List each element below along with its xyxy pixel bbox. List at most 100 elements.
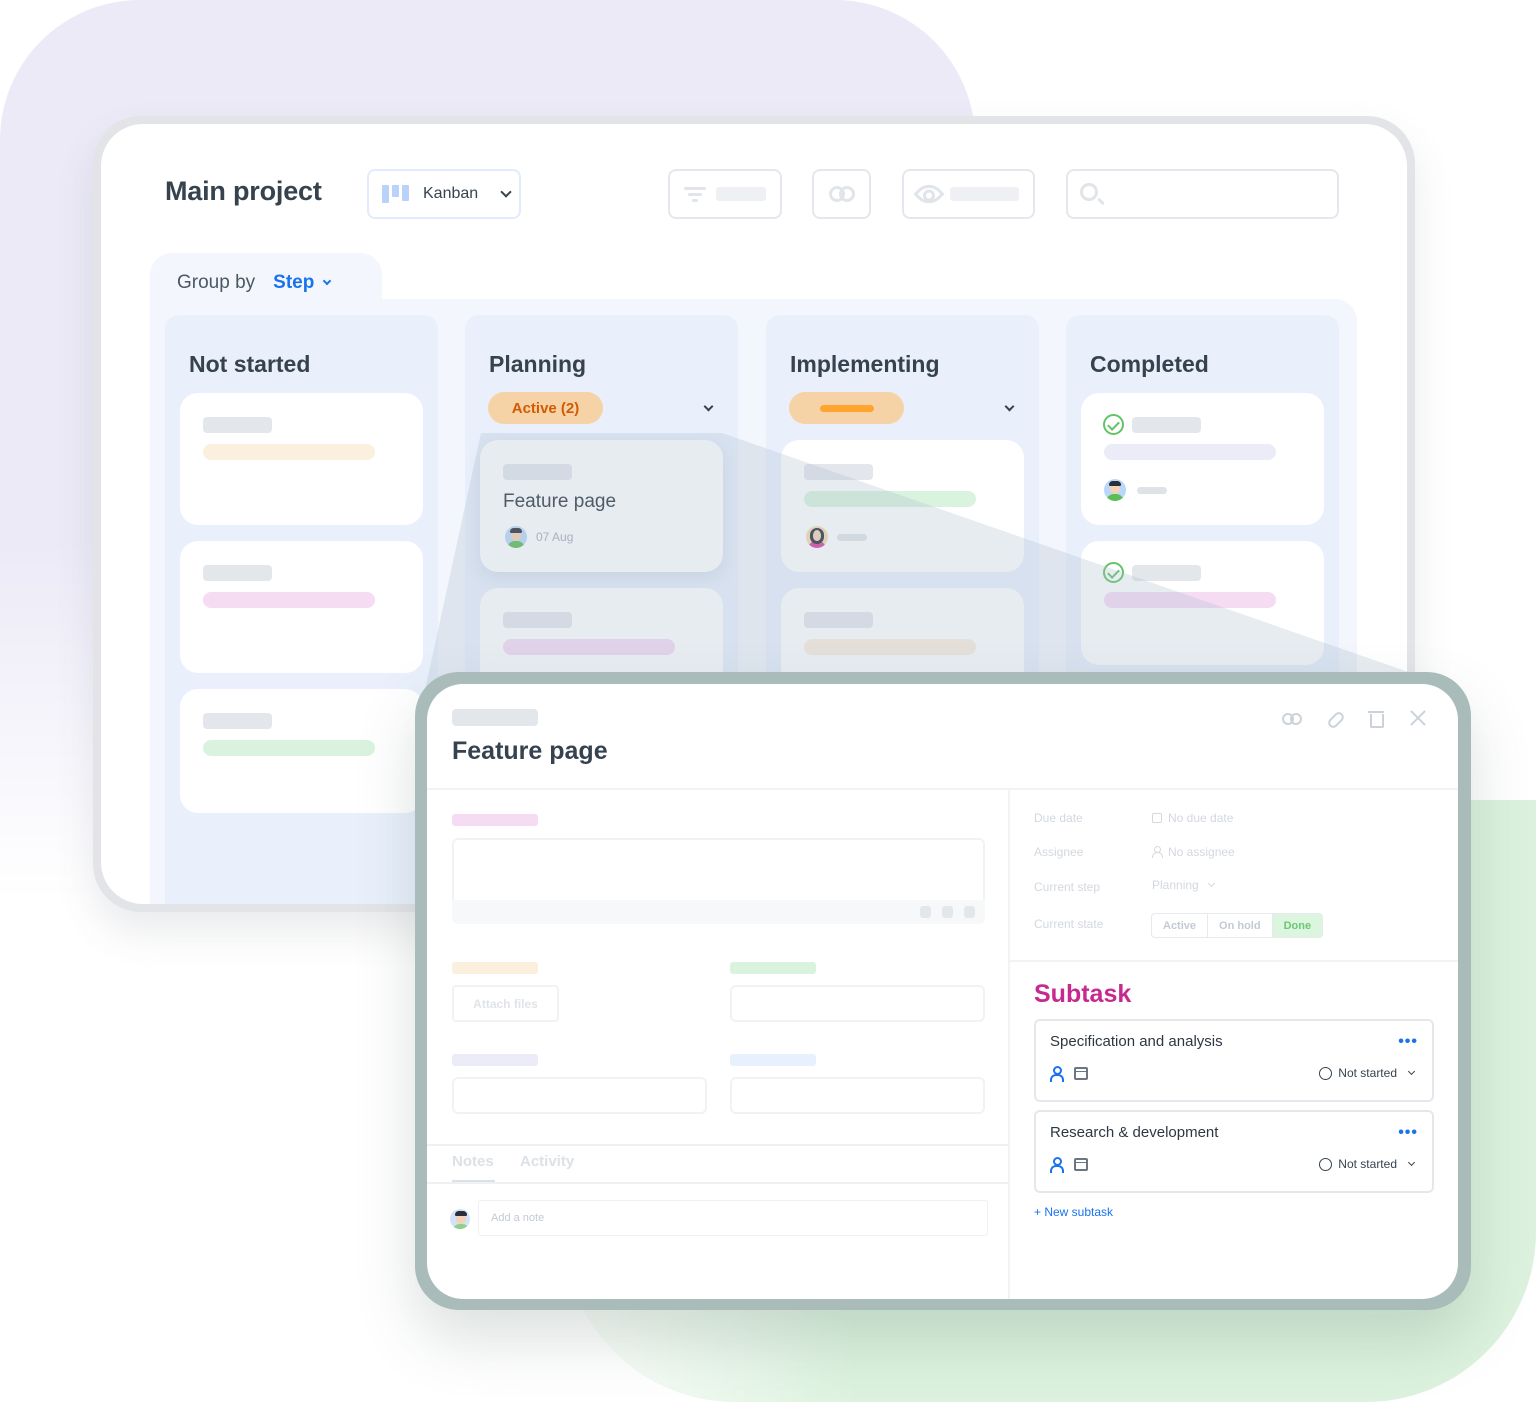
current-step-value: Planning	[1152, 878, 1199, 892]
card-label-placeholder	[503, 464, 572, 480]
binoculars-button[interactable]	[812, 169, 871, 219]
editor-tool-button[interactable]	[920, 906, 931, 918]
card-label-placeholder	[203, 417, 272, 433]
due-date-field[interactable]: No due date	[1152, 811, 1233, 825]
assign-user-icon[interactable]	[1050, 1157, 1064, 1173]
check-circle-icon	[1103, 414, 1124, 435]
task-detail-content: Feature page Attach files Notes Activity	[427, 684, 1458, 1299]
divider	[427, 1144, 1008, 1146]
assign-user-icon[interactable]	[1050, 1066, 1064, 1082]
state-option-on-hold[interactable]: On hold	[1208, 914, 1273, 937]
card-title-placeholder	[203, 740, 375, 756]
task-card[interactable]	[781, 440, 1024, 572]
subtask-status-select[interactable]: Not started	[1319, 1157, 1416, 1171]
editor-tool-button[interactable]	[964, 906, 975, 918]
search-input[interactable]	[1066, 169, 1339, 219]
field-label-placeholder	[452, 1054, 538, 1066]
more-options-icon[interactable]: •••	[1398, 1033, 1418, 1051]
state-filter-pill[interactable]: Active (2)	[488, 392, 603, 424]
column-title: Implementing	[790, 351, 940, 377]
subtask-item[interactable]: Specification and analysis ••• Not start…	[1034, 1019, 1434, 1102]
binoculars-icon[interactable]	[1282, 708, 1302, 728]
card-title-placeholder	[1104, 592, 1276, 608]
chevron-down-icon[interactable]	[1004, 401, 1015, 412]
calendar-icon[interactable]	[1074, 1158, 1088, 1171]
subtask-name: Specification and analysis	[1050, 1033, 1223, 1050]
attach-files-button[interactable]: Attach files	[452, 985, 559, 1022]
editor-toolbar	[452, 900, 985, 924]
task-card-feature-page[interactable]: Feature page 07 Aug	[480, 440, 723, 572]
due-date-value: No due date	[1168, 811, 1234, 825]
assignee-label: Assignee	[1034, 845, 1084, 859]
calendar-icon[interactable]	[1074, 1067, 1088, 1080]
add-note-input[interactable]: Add a note	[478, 1200, 988, 1236]
visibility-label-placeholder	[949, 187, 1019, 201]
subtask-item[interactable]: Research & development ••• Not started	[1034, 1110, 1434, 1193]
filter-button[interactable]	[668, 169, 782, 219]
state-label-placeholder	[819, 404, 874, 412]
subtask-status: Not started	[1338, 1066, 1397, 1080]
visibility-button[interactable]	[902, 169, 1035, 219]
card-title: Feature page	[503, 491, 617, 512]
detail-actions	[1282, 708, 1428, 728]
subtask-heading: Subtask	[1034, 980, 1132, 1008]
detail-title: Feature page	[452, 737, 608, 765]
avatar	[450, 1209, 470, 1229]
add-user-icon	[1152, 846, 1163, 858]
card-title-placeholder	[804, 639, 976, 655]
view-select-label: Kanban	[423, 185, 479, 202]
card-date: 07 Aug	[536, 530, 574, 544]
filter-label-placeholder	[716, 187, 766, 201]
field-input[interactable]	[730, 1077, 985, 1114]
check-circle-icon	[1103, 562, 1124, 583]
column-not-started: Not started	[165, 315, 438, 904]
filter-icon	[684, 186, 706, 202]
task-card[interactable]	[180, 689, 423, 813]
close-icon[interactable]	[1408, 708, 1428, 728]
column-title: Planning	[489, 351, 587, 377]
state-option-active[interactable]: Active	[1152, 914, 1209, 937]
group-by-select[interactable]: Step	[273, 272, 332, 294]
task-card[interactable]	[180, 541, 423, 673]
status-circle-icon	[1319, 1066, 1333, 1080]
calendar-icon	[1152, 813, 1162, 823]
field-label-placeholder	[730, 1054, 816, 1066]
avatar	[505, 526, 527, 548]
field-label-placeholder	[452, 962, 538, 974]
new-subtask-button[interactable]: + New subtask	[1034, 1205, 1113, 1219]
current-step-label: Current step	[1034, 880, 1101, 894]
breadcrumb-placeholder	[452, 709, 538, 726]
subtask-status: Not started	[1338, 1157, 1397, 1171]
tab-activity[interactable]: Activity	[520, 1153, 574, 1170]
eye-icon	[913, 178, 945, 210]
column-title: Not started	[189, 351, 311, 377]
chevron-down-icon	[1207, 879, 1215, 888]
card-label-placeholder	[203, 565, 272, 581]
view-select[interactable]: Kanban	[367, 169, 521, 219]
divider	[427, 1182, 1008, 1184]
field-input[interactable]	[452, 1077, 707, 1114]
column-title: Completed	[1090, 351, 1209, 377]
state-option-done[interactable]: Done	[1272, 914, 1323, 937]
divider	[427, 788, 1458, 790]
more-options-icon[interactable]: •••	[1398, 1124, 1418, 1142]
task-card[interactable]	[1081, 541, 1324, 665]
card-label-placeholder	[804, 612, 873, 628]
tab-notes[interactable]: Notes	[452, 1153, 494, 1170]
assignee-field[interactable]: No assignee	[1152, 845, 1235, 859]
link-icon[interactable]	[1324, 708, 1344, 728]
state-filter-pill[interactable]	[789, 392, 904, 424]
trash-icon[interactable]	[1366, 708, 1386, 728]
editor-tool-button[interactable]	[942, 906, 953, 918]
task-card[interactable]	[180, 393, 423, 525]
divider	[1008, 790, 1010, 1299]
chevron-down-icon	[1407, 1158, 1416, 1166]
card-title-placeholder	[804, 491, 976, 507]
binoculars-icon	[828, 186, 855, 202]
task-detail-panel: Feature page Attach files Notes Activity	[415, 672, 1471, 1310]
task-card[interactable]	[1081, 393, 1324, 525]
current-step-select[interactable]: Planning	[1152, 878, 1215, 892]
subtask-status-select[interactable]: Not started	[1319, 1066, 1416, 1080]
field-input[interactable]	[730, 985, 985, 1022]
chevron-down-icon[interactable]	[703, 401, 714, 412]
